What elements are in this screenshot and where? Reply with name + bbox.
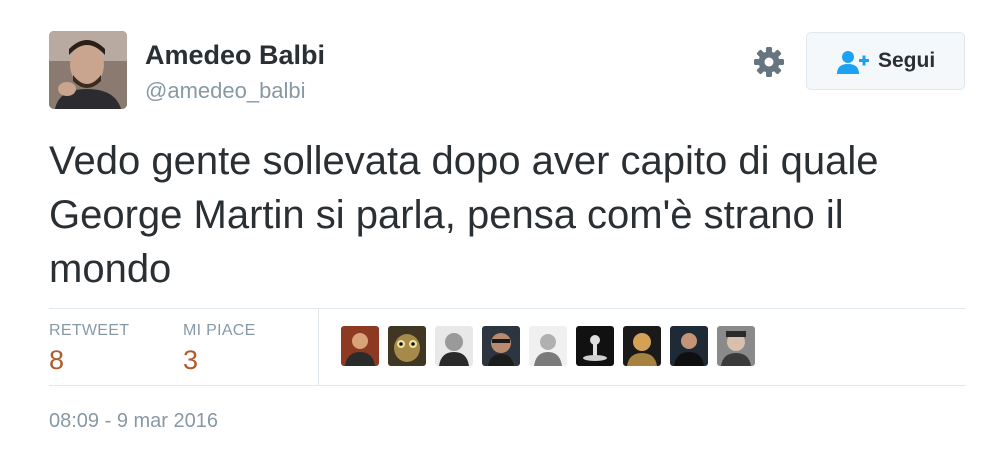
- liker-avatar-9-icon: [717, 326, 755, 366]
- follow-button[interactable]: Segui: [806, 32, 965, 90]
- liker-avatar[interactable]: [341, 326, 379, 366]
- liker-avatar-6-icon: [576, 326, 614, 366]
- retweet-stat[interactable]: RETWEET 8: [49, 322, 129, 376]
- liker-avatar[interactable]: [623, 326, 661, 366]
- tweet-timestamp[interactable]: 08:09 - 9 mar 2016: [49, 410, 218, 433]
- liker-avatar-3-icon: [435, 326, 473, 366]
- user-avatar[interactable]: [49, 31, 127, 109]
- retweet-count: 8: [49, 345, 65, 375]
- liker-avatar[interactable]: [576, 326, 614, 366]
- liker-avatar[interactable]: [670, 326, 708, 366]
- avatar-photo-icon: [49, 31, 127, 109]
- tweet-card: Amedeo Balbi @amedeo_balbi Segui Vedo ge…: [0, 0, 990, 454]
- settings-button[interactable]: [753, 46, 785, 78]
- user-display-name[interactable]: Amedeo Balbi: [145, 40, 325, 71]
- likes-stat[interactable]: MI PIACE 3: [183, 322, 256, 376]
- liker-avatar[interactable]: [717, 326, 755, 366]
- liker-avatar-4-icon: [482, 326, 520, 366]
- follow-button-label: Segui: [878, 49, 936, 72]
- liker-avatar-5-icon: [529, 326, 567, 366]
- liker-avatar-2-icon: [388, 326, 426, 366]
- gear-icon: [754, 47, 784, 77]
- liker-avatar-1-icon: [341, 326, 379, 366]
- liker-avatar[interactable]: [529, 326, 567, 366]
- add-user-icon: [837, 51, 869, 74]
- tweet-text: Vedo gente sollevata dopo aver capito di…: [49, 139, 879, 291]
- likes-count: 3: [183, 345, 199, 375]
- user-handle[interactable]: @amedeo_balbi: [145, 78, 306, 104]
- liker-avatar[interactable]: [482, 326, 520, 366]
- liker-avatar-8-icon: [670, 326, 708, 366]
- stats-separator: [318, 309, 319, 385]
- stats-divider-bottom: [49, 385, 966, 386]
- liker-avatar[interactable]: [435, 326, 473, 366]
- stats-divider-top: [49, 308, 966, 309]
- likes-label: MI PIACE: [183, 322, 256, 339]
- retweet-label: RETWEET: [49, 322, 130, 339]
- liker-avatar[interactable]: [388, 326, 426, 366]
- liker-avatar-7-icon: [623, 326, 661, 366]
